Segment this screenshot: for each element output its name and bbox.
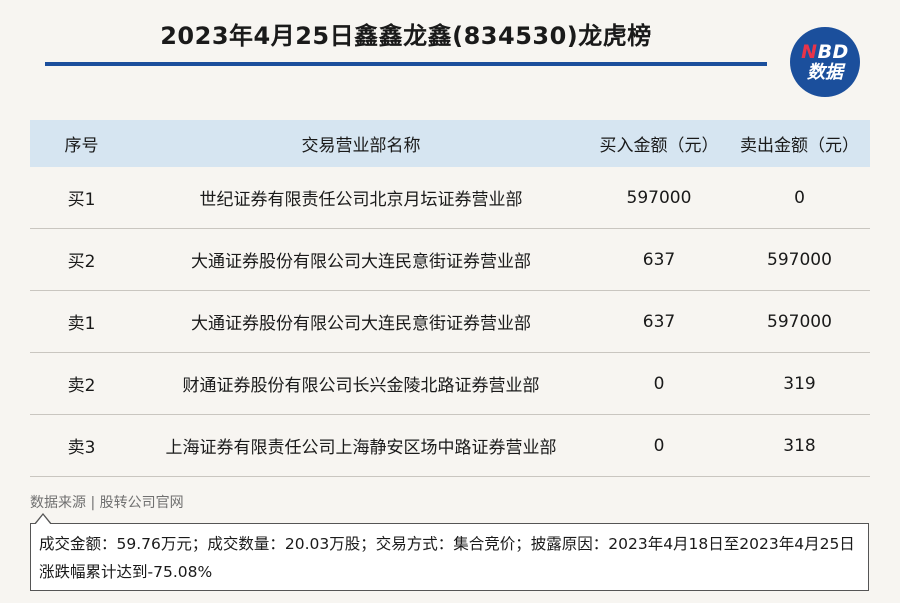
logo-bd: BD [817,40,849,63]
cell-branch: 世纪证券有限责任公司北京月坛证券营业部 [199,190,523,210]
cell-buy: 0 [653,435,665,456]
cell-buy: 637 [642,311,676,332]
title-underline [45,62,767,66]
logo-text-line2: 数据 [807,61,843,83]
table-header-row: 序号 交易营业部名称 买入金额（元） 卖出金额（元） [30,120,870,167]
logo-n: N [801,40,818,63]
header-buy-amount: 买入金额（元） [599,136,719,156]
table-row: 卖1 大通证券股份有限公司大连民意街证券营业部 637 597000 [30,291,870,353]
cell-sell: 318 [783,435,816,456]
note-pointer-fill [35,515,51,525]
cell-sell: 597000 [767,311,832,332]
header-seq: 序号 [64,136,99,156]
header-branch: 交易营业部名称 [301,136,421,156]
cell-buy: 597000 [626,187,692,208]
cell-branch: 上海证券有限责任公司上海静安区场中路证券营业部 [165,438,557,458]
cell-sell: 319 [783,373,816,394]
dragon-tiger-table: 序号 交易营业部名称 买入金额（元） 卖出金额（元） 买1 世纪证券有限责任公司… [30,120,870,477]
cell-branch: 大通证券股份有限公司大连民意街证券营业部 [191,314,531,334]
cell-buy: 0 [653,373,665,394]
cell-seq: 卖1 [67,314,96,334]
cell-seq: 卖2 [67,376,96,396]
header-sell-amount: 卖出金额（元） [740,136,859,156]
nbd-logo: NBD 数据 [790,27,860,97]
cell-sell: 597000 [767,249,832,270]
cell-branch: 财通证券股份有限公司长兴金陵北路证券营业部 [182,376,540,396]
cell-seq: 买1 [67,190,96,210]
table-row: 卖2 财通证券股份有限公司长兴金陵北路证券营业部 0 319 [30,353,870,415]
cell-seq: 买2 [67,252,96,272]
data-source: 数据来源 | 股转公司官网 [30,495,184,511]
trade-summary-note: 成交金额：59.76万元；成交数量：20.03万股；交易方式：集合竞价；披露原因… [30,523,869,591]
cell-buy: 637 [642,249,676,270]
logo-text-line1: NBD [801,40,849,63]
table-row: 买2 大通证券股份有限公司大连民意街证券营业部 637 597000 [30,229,870,291]
table-row: 买1 世纪证券有限责任公司北京月坛证券营业部 597000 0 [30,167,870,229]
cell-branch: 大通证券股份有限公司大连民意街证券营业部 [191,252,531,272]
cell-seq: 卖3 [67,438,96,458]
cell-sell: 0 [794,187,805,208]
table-row: 卖3 上海证券有限责任公司上海静安区场中路证券营业部 0 318 [30,415,870,477]
page-title: 2023年4月25日鑫鑫龙鑫(834530)龙虎榜 [160,22,652,50]
